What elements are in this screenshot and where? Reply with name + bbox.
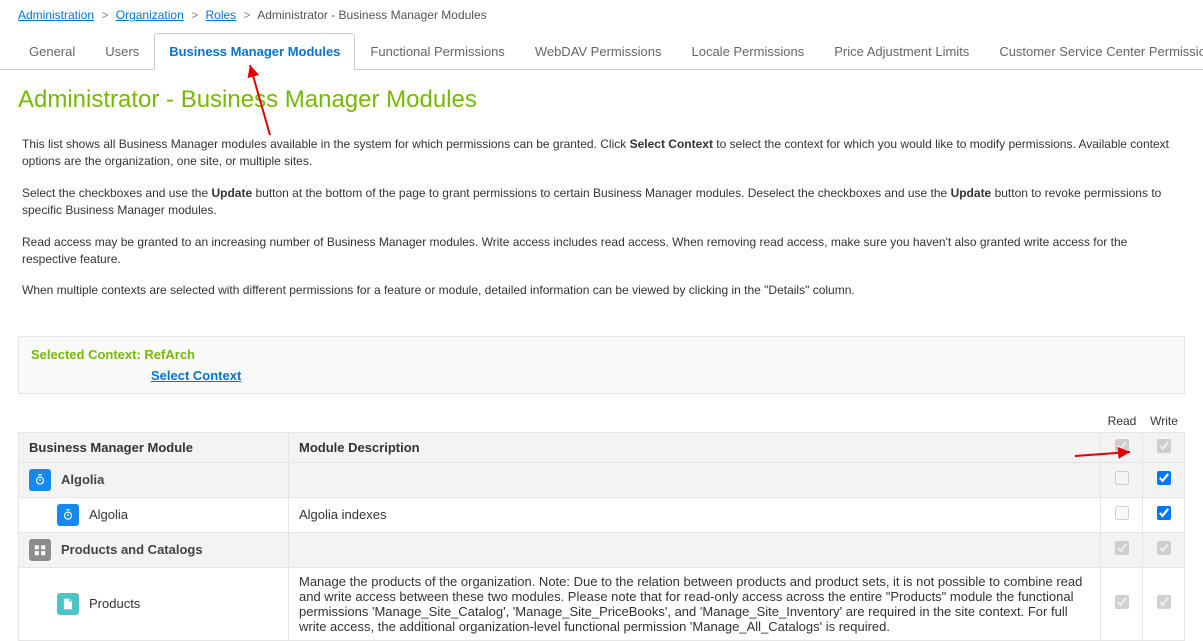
intro-p2d: Update	[951, 186, 992, 200]
module-name: Algolia	[89, 507, 128, 522]
read-all-checkbox[interactable]	[1115, 439, 1129, 453]
selected-context-label: Selected Context: RefArch	[31, 347, 195, 362]
col-header-read-all	[1101, 432, 1143, 462]
write-checkbox[interactable]	[1157, 471, 1171, 485]
breadcrumb-current: Administrator - Business Manager Modules	[257, 8, 486, 22]
page-title: Administrator - Business Manager Modules	[0, 70, 1203, 132]
intro-p2c: button at the bottom of the page to gran…	[252, 186, 950, 200]
read-checkbox[interactable]	[1115, 595, 1129, 609]
write-checkbox[interactable]	[1157, 506, 1171, 520]
read-checkbox[interactable]	[1115, 541, 1129, 555]
intro-p4: When multiple contexts are selected with…	[22, 282, 1181, 299]
write-checkbox[interactable]	[1157, 541, 1171, 555]
tab-functional-permissions[interactable]: Functional Permissions	[355, 33, 519, 70]
tab-locale-permissions[interactable]: Locale Permissions	[676, 33, 819, 70]
breadcrumb-sep: >	[191, 8, 198, 22]
table-row: Algolia Algolia indexes	[19, 497, 1185, 532]
write-header: Write	[1143, 414, 1185, 428]
col-header-desc: Module Description	[289, 432, 1101, 462]
module-description: Algolia indexes	[289, 497, 1101, 532]
col-header-module: Business Manager Module	[19, 432, 289, 462]
intro-p2a: Select the checkboxes and use the	[22, 186, 211, 200]
stopwatch-icon	[29, 469, 51, 491]
product-icon	[57, 593, 79, 615]
module-description	[289, 532, 1101, 567]
module-name: Products	[89, 596, 140, 611]
breadcrumb-sep: >	[244, 8, 251, 22]
intro-p2b: Update	[211, 186, 252, 200]
table-row: Products Manage the products of the organ…	[19, 567, 1185, 640]
tab-bar: GeneralUsersBusiness Manager ModulesFunc…	[0, 32, 1203, 70]
module-description	[289, 462, 1101, 497]
write-checkbox[interactable]	[1157, 595, 1171, 609]
permissions-table: Business Manager Module Module Descripti…	[18, 432, 1185, 641]
breadcrumb-organization[interactable]: Organization	[116, 8, 184, 22]
tab-price-adjustment-limits[interactable]: Price Adjustment Limits	[819, 33, 984, 70]
module-description: Manage the products of the organization.…	[289, 567, 1101, 640]
selected-context-box: Selected Context: RefArch Select Context	[18, 336, 1185, 394]
tab-business-manager-modules[interactable]: Business Manager Modules	[154, 33, 355, 70]
intro-p1b: Select Context	[630, 137, 713, 151]
context-label-text: Selected Context:	[31, 347, 144, 362]
module-name: Products and Catalogs	[61, 542, 203, 557]
col-header-write-all	[1143, 432, 1185, 462]
breadcrumb-admin[interactable]: Administration	[18, 8, 94, 22]
read-header: Read	[1101, 414, 1143, 428]
breadcrumb-roles[interactable]: Roles	[205, 8, 236, 22]
tab-webdav-permissions[interactable]: WebDAV Permissions	[520, 33, 677, 70]
write-all-checkbox[interactable]	[1157, 439, 1171, 453]
table-row: Algolia	[19, 462, 1185, 497]
breadcrumb-sep: >	[101, 8, 108, 22]
read-checkbox[interactable]	[1115, 506, 1129, 520]
intro-p1a: This list shows all Business Manager mod…	[22, 137, 630, 151]
context-value: RefArch	[144, 347, 195, 362]
read-checkbox[interactable]	[1115, 471, 1129, 485]
tab-users[interactable]: Users	[90, 33, 154, 70]
intro-text: This list shows all Business Manager mod…	[0, 132, 1203, 326]
tab-general[interactable]: General	[14, 33, 90, 70]
table-row: Products and Catalogs	[19, 532, 1185, 567]
stopwatch-icon	[57, 504, 79, 526]
catalog-icon	[29, 539, 51, 561]
intro-p3: Read access may be granted to an increas…	[22, 234, 1181, 269]
select-context-link[interactable]: Select Context	[151, 368, 1172, 383]
breadcrumb: Administration > Organization > Roles > …	[0, 0, 1203, 28]
tab-customer-service-center-permissions[interactable]: Customer Service Center Permissions	[984, 33, 1203, 70]
module-name: Algolia	[61, 472, 104, 487]
perm-column-headers: Read Write	[0, 410, 1203, 432]
